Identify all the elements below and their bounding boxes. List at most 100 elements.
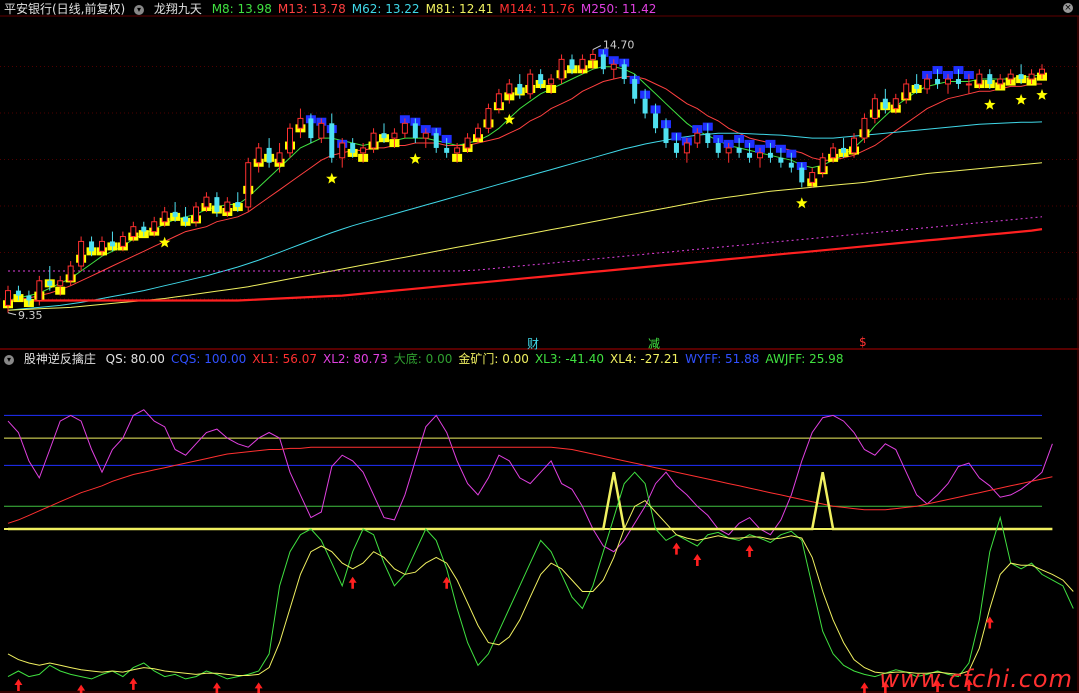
candle-body-84 bbox=[882, 98, 888, 109]
chart-canvas: 14.70 9.35 bbox=[0, 15, 1079, 693]
candle-body-91 bbox=[955, 79, 961, 84]
candle-body-30 bbox=[318, 122, 325, 139]
up-arrow-0 bbox=[14, 678, 23, 691]
candle-body-94 bbox=[987, 74, 993, 84]
candle-body-98 bbox=[1028, 73, 1035, 80]
candle-body-75 bbox=[788, 162, 794, 168]
star-marker-6 bbox=[1015, 94, 1027, 105]
candle-body-68 bbox=[715, 143, 721, 153]
candle-body-38 bbox=[401, 122, 408, 134]
candle-body-42 bbox=[444, 147, 450, 153]
candle-body-63 bbox=[663, 128, 669, 144]
up-arrow-4 bbox=[254, 682, 263, 693]
candle-body-28 bbox=[297, 117, 304, 129]
sub-value-8: WYFF: 51.88 bbox=[685, 352, 760, 366]
watermark: www.cfchi.com bbox=[879, 665, 1073, 693]
candle-body-55 bbox=[579, 58, 586, 70]
candle-body-86 bbox=[903, 83, 910, 100]
sub-header: ▾ 股神逆反擒庄 QS: 80.00 CQS: 100.00 XL1: 56.07 X… bbox=[4, 351, 855, 367]
marker-cai: 财 bbox=[527, 337, 540, 351]
candle-body-66 bbox=[694, 132, 701, 144]
candle-body-3 bbox=[36, 280, 43, 301]
sub-value-9: AWJFF: 25.98 bbox=[765, 352, 844, 366]
candle-body-51 bbox=[538, 74, 544, 84]
candle-body-9 bbox=[99, 240, 105, 252]
high-label: 14.70 bbox=[603, 39, 635, 52]
candle-body-2 bbox=[26, 295, 32, 301]
star-marker-4 bbox=[796, 197, 808, 209]
candle-body-27 bbox=[287, 127, 293, 154]
candle-body-81 bbox=[851, 137, 857, 154]
candle-body-60 bbox=[632, 79, 638, 99]
candle-body-49 bbox=[517, 83, 523, 94]
candle-body-89 bbox=[935, 79, 941, 84]
candle-body-70 bbox=[736, 147, 742, 153]
candle-body-8 bbox=[89, 241, 95, 252]
candle-body-21 bbox=[224, 201, 231, 213]
candle-body-45 bbox=[475, 127, 481, 139]
marker-jian: 减 bbox=[648, 337, 661, 351]
sub-value-7: XL4: -27.21 bbox=[610, 352, 680, 366]
candle-body-65 bbox=[683, 142, 690, 154]
sub-values: QS: 80.00 CQS: 100.00 XL1: 56.07 XL2: 80.73… bbox=[106, 352, 850, 366]
star-marker-0 bbox=[159, 236, 171, 248]
candle-body-13 bbox=[141, 226, 147, 232]
star-marker-7 bbox=[1036, 89, 1048, 100]
sub-line-XL4 bbox=[7, 499, 1074, 676]
candle-body-36 bbox=[381, 133, 387, 139]
candle-body-48 bbox=[506, 83, 513, 95]
low-label: 9.35 bbox=[18, 309, 43, 322]
candle-body-18 bbox=[193, 206, 199, 223]
ma-value-3: M81: 12.41 bbox=[425, 2, 494, 16]
candle-body-54 bbox=[569, 59, 575, 70]
indicator-menu-icon[interactable]: ▾ bbox=[134, 4, 145, 15]
up-arrow-3 bbox=[212, 682, 221, 693]
marker-dollar: $ bbox=[859, 335, 867, 349]
candle-body-78 bbox=[819, 157, 826, 174]
ma-values: M8: 13.98 M13: 13.78 M62: 13.22 M81: 12.41 M… bbox=[212, 2, 663, 16]
candle-body-16 bbox=[172, 211, 178, 217]
candle-body-41 bbox=[433, 133, 439, 148]
candle-body-99 bbox=[1039, 68, 1045, 75]
candle-body-87 bbox=[914, 83, 920, 89]
candle-body-67 bbox=[705, 133, 711, 144]
candle-body-23 bbox=[245, 162, 252, 208]
candle-body-33 bbox=[350, 143, 356, 153]
up-arrow-5 bbox=[348, 576, 357, 589]
candle-body-79 bbox=[830, 147, 837, 159]
candle-body-62 bbox=[653, 113, 659, 129]
sub-line-XL1 bbox=[7, 446, 1053, 524]
candle-body-11 bbox=[119, 236, 126, 247]
candle-body-24 bbox=[255, 147, 262, 164]
close-icon[interactable]: × bbox=[1063, 3, 1073, 13]
candle-body-31 bbox=[329, 123, 335, 158]
candle-body-77 bbox=[809, 172, 816, 183]
candle-body-80 bbox=[841, 147, 847, 153]
candle-body-0 bbox=[5, 290, 11, 306]
candle-body-37 bbox=[391, 132, 398, 139]
candle-body-5 bbox=[57, 280, 64, 287]
candle-body-32 bbox=[339, 142, 346, 159]
candle-body-93 bbox=[976, 73, 983, 85]
candle-body-22 bbox=[235, 202, 241, 207]
sub-value-2: XL1: 56.07 bbox=[252, 352, 318, 366]
sub-indicator-menu-icon[interactable]: ▾ bbox=[4, 354, 14, 365]
candle-body-43 bbox=[454, 147, 461, 154]
star-marker-5 bbox=[984, 98, 996, 110]
candle-body-90 bbox=[945, 78, 951, 85]
candle-body-57 bbox=[600, 54, 606, 70]
candle-body-61 bbox=[642, 98, 648, 114]
candle-body-64 bbox=[673, 143, 679, 153]
candle-body-53 bbox=[558, 58, 565, 80]
candle-body-85 bbox=[892, 98, 899, 110]
candle-body-46 bbox=[485, 108, 492, 129]
candle-body-74 bbox=[778, 157, 784, 163]
candle-body-52 bbox=[548, 78, 555, 85]
candle-body-40 bbox=[422, 132, 429, 139]
sub-value-6: XL3: -41.40 bbox=[534, 352, 605, 366]
candle-body-4 bbox=[47, 280, 53, 286]
candle-body-34 bbox=[360, 147, 367, 154]
main-indicator-name: 龙翔九天 bbox=[153, 2, 202, 16]
candle-body-15 bbox=[161, 211, 168, 223]
ma-line-M144 bbox=[8, 228, 1043, 302]
